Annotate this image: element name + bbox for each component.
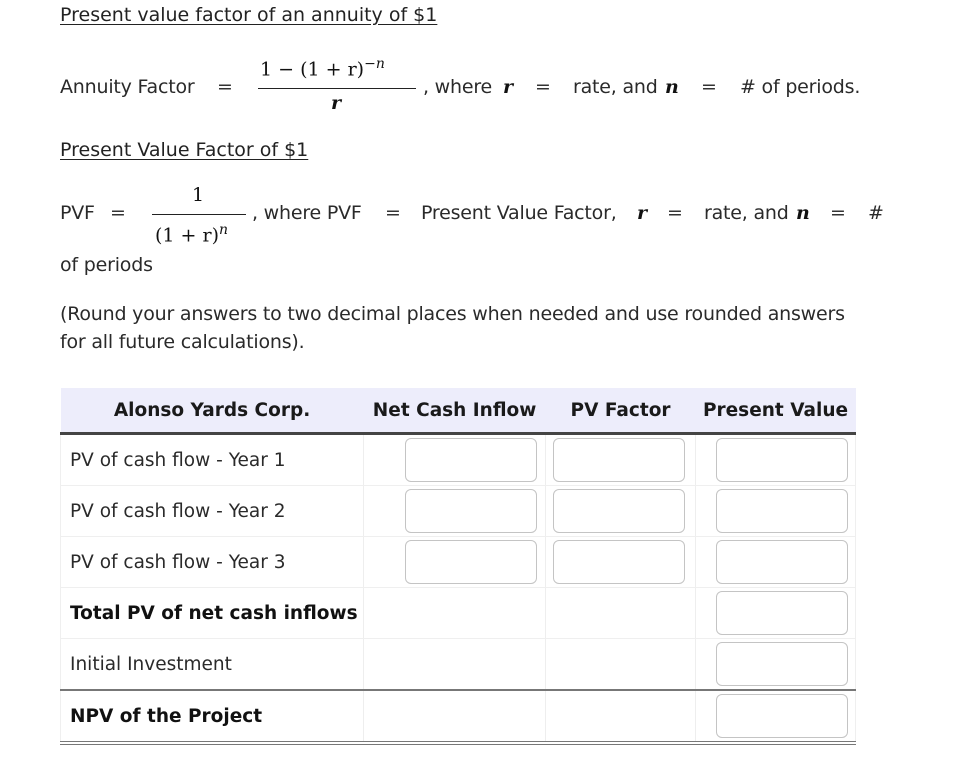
- present-value-year-1-input[interactable]: [716, 438, 849, 482]
- row-label: PV of cash flow - Year 2: [59, 485, 365, 537]
- numerator-exponent: −n: [364, 56, 385, 72]
- annuity-fraction-bar: [258, 88, 416, 90]
- pvf-numerator: 1: [192, 184, 205, 206]
- net-cash-inflow-year-1-input[interactable]: [405, 438, 538, 482]
- total-pv-input[interactable]: [716, 591, 849, 635]
- var-r: r: [503, 76, 514, 98]
- empty-cell: [545, 587, 697, 639]
- pvf-definition: Present Value Factor,: [421, 202, 617, 224]
- row-label: Total PV of net cash inflows: [59, 587, 365, 639]
- pvf-fraction-bar: [152, 214, 246, 216]
- equals-sign: =: [217, 76, 233, 98]
- of-periods-text: of periods: [60, 254, 153, 276]
- header-present-value: Present Value: [695, 388, 856, 434]
- present-value-year-3-input[interactable]: [716, 540, 849, 584]
- pv-factor-year-2-input[interactable]: [553, 489, 686, 533]
- empty-cell: [363, 638, 547, 691]
- instructions-line-1: (Round your answers to two decimal place…: [60, 303, 845, 325]
- table-row: PV of cash flow - Year 2: [59, 485, 856, 537]
- equals-sign: =: [830, 202, 846, 224]
- rate-text: rate, and: [704, 202, 789, 224]
- equals-sign: =: [385, 202, 401, 224]
- var-n: n: [796, 202, 810, 224]
- header-net-cash-inflow: Net Cash Inflow: [363, 388, 546, 434]
- equals-sign: =: [701, 76, 717, 98]
- instructions-line-2: for all future calculations).: [60, 331, 305, 353]
- net-cash-inflow-year-2-input[interactable]: [405, 489, 538, 533]
- where-text: , where: [423, 76, 493, 98]
- present-value-year-2-input[interactable]: [716, 489, 849, 533]
- npv-table: Alonso Yards Corp. Net Cash Inflow PV Fa…: [59, 388, 856, 745]
- annuity-factor-label: Annuity Factor: [60, 76, 195, 98]
- initial-investment-input[interactable]: [716, 642, 849, 686]
- table-row: Initial Investment: [59, 638, 856, 691]
- pv-factor-year-1-input[interactable]: [553, 438, 686, 482]
- table-row: NPV of the Project: [59, 690, 856, 745]
- var-r: r: [637, 202, 648, 224]
- annuity-denominator: r: [331, 92, 342, 114]
- header-company: Alonso Yards Corp.: [60, 388, 364, 434]
- equals-sign: =: [535, 76, 551, 98]
- empty-cell: [545, 638, 697, 691]
- annuity-factor-heading: Present value factor of an annuity of $1: [60, 4, 438, 26]
- pvf-denominator: (1 + r)n: [155, 222, 228, 246]
- pv-factor-year-3-input[interactable]: [553, 540, 686, 584]
- table-row: PV of cash flow - Year 1: [59, 433, 856, 486]
- row-label: Initial Investment: [59, 638, 365, 691]
- empty-cell: [363, 690, 547, 745]
- pvf-label: PVF: [60, 202, 95, 224]
- numerator-expression: 1 − (1 + r): [260, 58, 365, 81]
- var-n: n: [665, 76, 679, 98]
- rate-text: rate, and: [573, 76, 658, 98]
- header-pv-factor: PV Factor: [545, 388, 696, 434]
- periods-text: # of periods.: [740, 76, 861, 98]
- empty-cell: [363, 587, 547, 639]
- pvf-heading: Present Value Factor of $1: [60, 139, 309, 161]
- row-label: NPV of the Project: [59, 690, 365, 745]
- equals-sign: =: [110, 202, 126, 224]
- row-label: PV of cash flow - Year 1: [59, 433, 365, 486]
- hash-text: #: [868, 202, 884, 224]
- equals-sign: =: [667, 202, 683, 224]
- table-header-row: Alonso Yards Corp. Net Cash Inflow PV Fa…: [60, 388, 856, 434]
- empty-cell: [545, 690, 697, 745]
- npv-input[interactable]: [716, 694, 849, 738]
- annuity-numerator: 1 − (1 + r)−n: [260, 56, 385, 80]
- table-row: Total PV of net cash inflows: [59, 587, 856, 639]
- row-label: PV of cash flow - Year 3: [59, 536, 365, 588]
- denominator-expression: (1 + r): [155, 224, 219, 247]
- net-cash-inflow-year-3-input[interactable]: [405, 540, 538, 584]
- table-row: PV of cash flow - Year 3: [59, 536, 856, 588]
- denominator-exponent: n: [219, 222, 229, 238]
- where-pvf-text: , where PVF: [252, 202, 362, 224]
